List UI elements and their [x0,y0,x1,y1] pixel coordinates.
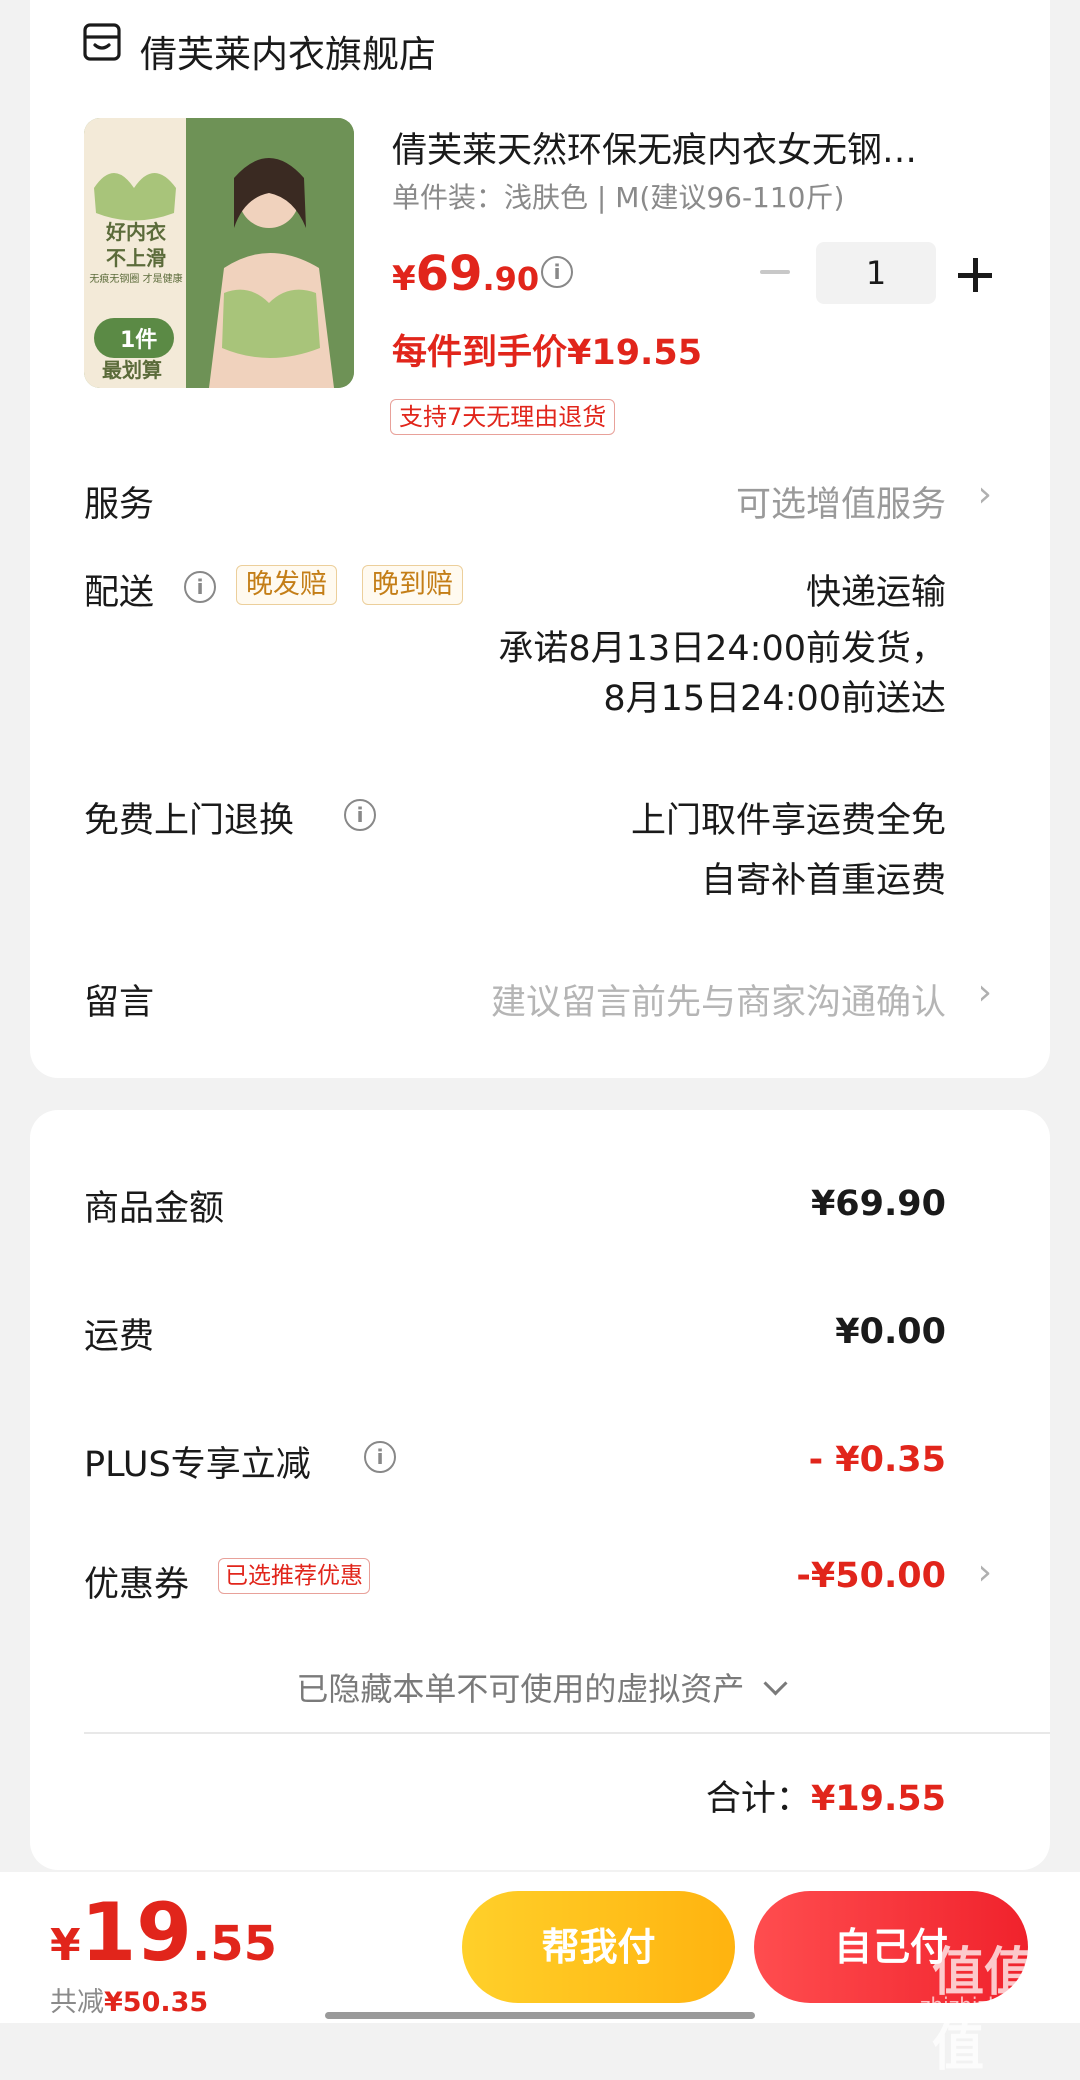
watermark-url: zhizhizhi.com [920,1993,1056,2017]
message-input[interactable]: 建议留言前先与商家沟通确认 [491,974,946,1025]
service-value[interactable]: 可选增值服务 [736,476,946,527]
delivery-promise-line1: 承诺8月13日24:00前发货， [498,629,946,669]
coupon-chevron-icon[interactable]: › [978,1552,992,1593]
message-chevron-icon[interactable]: › [978,972,992,1013]
saved-label: 共减 [50,1987,104,2018]
service-label: 服务 [84,485,155,525]
free-return-line2: 自寄补首重运费 [700,861,946,901]
message-label: 留言 [84,983,155,1023]
total-label: 合计： [705,1779,811,1819]
image-badge2: 最划算 [102,358,162,382]
product-spec[interactable]: 单件装：浅肤色 | M(建议96-110斤) [392,176,844,216]
product-price: ¥69.90 [392,246,539,302]
delivery-label: 配送 [84,573,155,613]
price-symbol: ¥ [392,259,416,299]
delivery-promise-line2: 8月15日24:00前送达 [603,679,946,719]
chevron-down-icon [763,1671,788,1696]
image-slogan2: 不上滑 [106,246,166,270]
quantity-increase-button[interactable] [958,258,992,292]
price-info-icon[interactable]: i [541,256,573,288]
coupon-label: 优惠券 [84,1565,190,1605]
free-return-label: 免费上门退换 [84,801,295,841]
delivery-method[interactable]: 快递运输 [806,564,946,615]
price-integer: 69 [415,246,483,302]
hidden-assets-text: 已隐藏本单不可使用的虚拟资产 [296,1670,745,1708]
return-policy-tag: 支持7天无理由退货 [390,399,616,435]
saved-value: ¥50.35 [104,1987,209,2018]
store-name[interactable]: 倩芙莱内衣旗舰店 [140,24,436,78]
help-me-pay-button[interactable]: 帮我付 [462,1891,735,2003]
shipping-label: 运费 [84,1317,155,1357]
late-ship-tag: 晚发赔 [236,565,337,605]
total-row: 合计：¥19.55 [706,1770,946,1821]
plus-discount-label: PLUS专享立减 [84,1445,311,1485]
coupon-recommended-tag: 已选推荐优惠 [218,1558,370,1594]
image-slogan1: 好内衣 [106,220,166,244]
divider [84,1732,1050,1734]
total-saved: 共减¥50.35 [50,1980,208,2019]
free-return-info-icon[interactable]: i [344,799,376,831]
quantity-input[interactable]: 1 [816,242,936,304]
goods-amount-value: ¥69.90 [810,1184,946,1224]
image-badge: 1件 [120,328,158,353]
service-chevron-icon[interactable]: › [978,474,992,515]
late-arrival-tag: 晚到赔 [362,565,463,605]
shipping-value: ¥0.00 [835,1312,946,1352]
plus-info-icon[interactable]: i [364,1441,396,1473]
payable-decimal: .55 [191,1916,277,1972]
product-title[interactable]: 倩芙莱天然环保无痕内衣女无钢… [392,122,982,173]
image-small-text: 无痕无钢圈 才是健康 [89,274,183,285]
goods-amount-label: 商品金额 [84,1189,225,1229]
home-indicator[interactable] [325,2012,755,2019]
plus-discount-value: - ¥0.35 [808,1440,946,1480]
store-icon [83,23,121,61]
unit-price: 每件到手价¥19.55 [392,333,703,373]
quantity-decrease-button[interactable] [760,253,796,289]
payable-integer: 19 [80,1886,192,1979]
coupon-value[interactable]: -¥50.00 [796,1556,946,1596]
price-decimal: .90 [482,260,540,298]
total-value: ¥19.55 [810,1779,946,1819]
free-return-line1: 上门取件享运费全免 [630,801,946,841]
payable-price: ¥19.55 [50,1886,277,1979]
payable-symbol: ¥ [50,1920,81,1971]
delivery-info-icon[interactable]: i [184,571,216,603]
hidden-assets-toggle[interactable]: 已隐藏本单不可使用的虚拟资产 [0,1664,1080,1710]
product-image[interactable]: 好内衣 不上滑 无痕无钢圈 才是健康 1件 最划算 [84,118,354,388]
